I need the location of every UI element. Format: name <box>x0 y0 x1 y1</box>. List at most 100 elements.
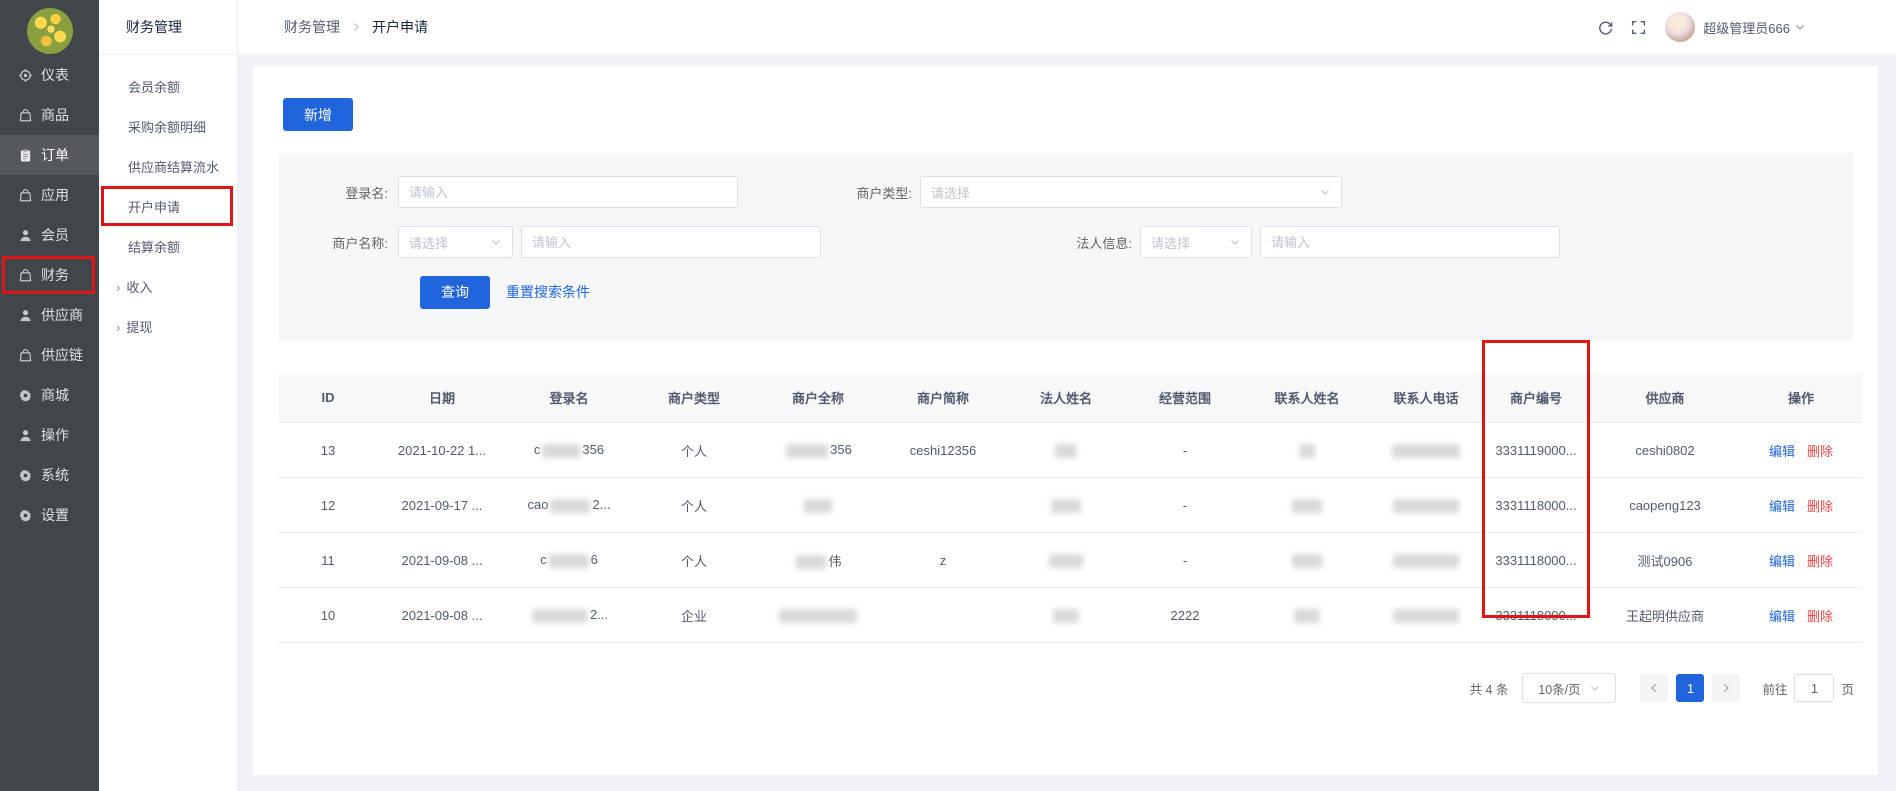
sidebar-item-operations[interactable]: 操作 <box>0 415 99 455</box>
sidebar-item-finance[interactable]: 财务 <box>0 255 99 295</box>
sidebar-item-label: 财务 <box>41 265 69 285</box>
table-cell: 11 <box>278 533 378 588</box>
person-icon <box>18 308 33 323</box>
table-cell: - <box>1126 423 1244 478</box>
content-card: 新增 登录名: 商户类型: 请选择 商户名称: <box>253 66 1878 775</box>
merchant-name-input[interactable] <box>521 226 821 258</box>
edit-link[interactable]: 编辑 <box>1769 609 1795 624</box>
user-avatar[interactable] <box>1665 12 1695 42</box>
submenu-item-withdraw[interactable]: ›提现 <box>99 308 237 348</box>
filter-row-2: 商户名称: 请选择 法人信息: 请选择 <box>278 217 1853 267</box>
username: 超级管理员666 <box>1703 18 1790 37</box>
delete-link[interactable]: 删除 <box>1807 554 1833 569</box>
login-name-input[interactable] <box>398 176 738 208</box>
table-cell: z <box>880 533 1006 588</box>
reset-search-link[interactable]: 重置搜索条件 <box>506 282 590 302</box>
sidebar-item-members[interactable]: 会员 <box>0 215 99 255</box>
submenu-item-member-balance[interactable]: 会员余额 <box>99 68 237 108</box>
table-cell <box>1370 478 1482 533</box>
submenu-item-label: 会员余额 <box>128 80 180 95</box>
submenu-item-label: 开户申请 <box>128 200 180 215</box>
column-header: 商户全称 <box>756 373 880 423</box>
legal-info-input[interactable] <box>1260 226 1560 258</box>
sidebar-item-system[interactable]: 系统 <box>0 455 99 495</box>
table-cell: 伟 <box>756 533 880 588</box>
sidebar-item-settings[interactable]: 设置 <box>0 495 99 535</box>
goto-unit-label: 页 <box>1841 679 1854 698</box>
search-button[interactable]: 查询 <box>420 276 490 309</box>
table-cell <box>1006 588 1126 643</box>
next-page-button[interactable] <box>1712 674 1740 702</box>
sidebar-item-apps[interactable]: 应用 <box>0 175 99 215</box>
edit-link[interactable]: 编辑 <box>1769 499 1795 514</box>
fullscreen-icon[interactable] <box>1630 19 1647 36</box>
goto-page-input[interactable] <box>1794 674 1834 702</box>
redacted-blur <box>1055 444 1077 458</box>
add-button[interactable]: 新增 <box>283 98 353 131</box>
delete-link[interactable]: 删除 <box>1807 499 1833 514</box>
table-cell: 测试0906 <box>1590 533 1740 588</box>
edit-link[interactable]: 编辑 <box>1769 444 1795 459</box>
sidebar-item-supplier[interactable]: 供应商 <box>0 295 99 335</box>
table-cell: 个人 <box>632 423 756 478</box>
legal-info-select[interactable]: 请选择 <box>1140 226 1252 258</box>
table-cell <box>880 588 1006 643</box>
sidebar-item-dashboard[interactable]: 仪表 <box>0 55 99 95</box>
redacted-blur <box>1393 609 1459 623</box>
redacted-blur <box>804 499 832 513</box>
table-cell: c6 <box>506 533 632 588</box>
table-cell <box>1244 423 1370 478</box>
merchant-type-select[interactable]: 请选择 <box>920 176 1342 208</box>
table-cell: 3331119000... <box>1482 423 1590 478</box>
table-cell: 3331118000... <box>1482 588 1590 643</box>
sidebar-item-mall[interactable]: 商城 <box>0 375 99 415</box>
table-cell <box>1244 588 1370 643</box>
table-cell: 3331118000... <box>1482 533 1590 588</box>
table-cell: cao2... <box>506 478 632 533</box>
table-header-row: ID日期登录名商户类型商户全称商户简称法人姓名经营范围联系人姓名联系人电话商户编… <box>278 373 1862 423</box>
table-cell <box>1006 423 1126 478</box>
merchant-name-label: 商户名称: <box>308 233 388 252</box>
table-cell <box>756 588 880 643</box>
breadcrumb-item-finance[interactable]: 财务管理 <box>284 17 340 37</box>
edit-link[interactable]: 编辑 <box>1769 554 1795 569</box>
gear-icon <box>18 388 33 403</box>
page-size-select[interactable]: 10条/页 <box>1522 673 1616 703</box>
chevron-down-icon <box>1589 682 1601 694</box>
delete-link[interactable]: 删除 <box>1807 609 1833 624</box>
clipboard-icon <box>18 148 33 163</box>
submenu-item-income[interactable]: ›收入 <box>99 268 237 308</box>
app-window: 仪表商品订单应用会员财务供应商供应链商城操作系统设置 财务管理 会员余额采购余额… <box>0 0 1896 791</box>
page-number-1[interactable]: 1 <box>1676 674 1704 702</box>
table-cell: - <box>1126 478 1244 533</box>
table-cell: 2222 <box>1126 588 1244 643</box>
redacted-blur <box>796 555 826 569</box>
delete-link[interactable]: 删除 <box>1807 444 1833 459</box>
merchant-name-select[interactable]: 请选择 <box>398 226 513 258</box>
table-cell <box>1244 533 1370 588</box>
sidebar-item-goods[interactable]: 商品 <box>0 95 99 135</box>
sidebar-item-label: 系统 <box>41 465 69 485</box>
sidebar-item-orders[interactable]: 订单 <box>0 135 99 175</box>
applications-table: ID日期登录名商户类型商户全称商户简称法人姓名经营范围联系人姓名联系人电话商户编… <box>278 373 1862 643</box>
submenu-item-label: 供应商结算流水 <box>128 160 219 175</box>
table-cell: 企业 <box>632 588 756 643</box>
prev-page-button[interactable] <box>1640 674 1668 702</box>
sidebar-item-label: 商城 <box>41 385 69 405</box>
submenu-item-settlement-balance[interactable]: 结算余额 <box>99 228 237 268</box>
redacted-blur <box>542 444 580 458</box>
secondary-sidebar: 财务管理 会员余额采购余额明细供应商结算流水开户申请结算余额›收入›提现 <box>99 0 238 791</box>
user-menu[interactable]: 超级管理员666 <box>1703 18 1806 37</box>
table-cell <box>1006 478 1126 533</box>
submenu-item-account-opening[interactable]: 开户申请 <box>99 188 237 228</box>
sidebar-item-supply-chain[interactable]: 供应链 <box>0 335 99 375</box>
table-cell: 王起明供应商 <box>1590 588 1740 643</box>
submenu-item-purchase-balance-detail[interactable]: 采购余额明细 <box>99 108 237 148</box>
redacted-blur <box>1051 499 1081 513</box>
refresh-icon[interactable] <box>1597 19 1614 36</box>
column-header: ID <box>278 373 378 423</box>
submenu-item-supplier-settlement-flow[interactable]: 供应商结算流水 <box>99 148 237 188</box>
table-cell: 2021-09-17 ... <box>378 478 506 533</box>
merchant-type-placeholder: 请选择 <box>931 183 970 202</box>
app-logo-avatar[interactable] <box>27 8 73 54</box>
